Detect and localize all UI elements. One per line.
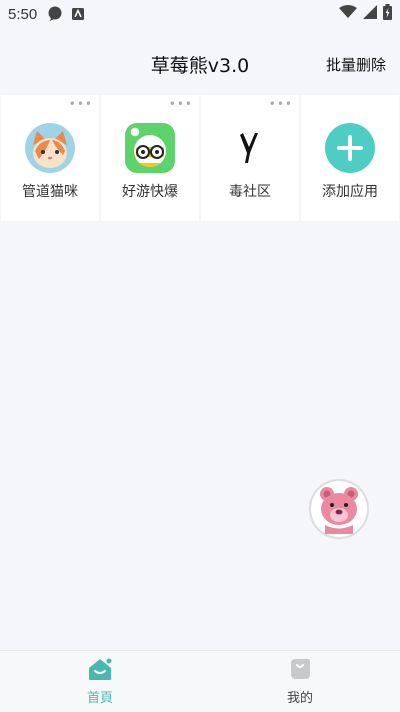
more-options-icon[interactable]: ••• [269,98,293,110]
app-grid: ••• 管道猫咪 ••• 好游快爆 ••• 毒社区 添加应用 [0,95,400,221]
lotso-bear-icon [312,480,366,538]
app-tile-du-community[interactable]: ••• 毒社区 [201,95,299,221]
home-icon [87,657,113,685]
signal-icon [363,5,377,23]
app-tile-haoyou[interactable]: ••• 好游快爆 [101,95,199,221]
battery-icon [383,4,392,24]
app-tile-pipe-cat[interactable]: ••• 管道猫咪 [1,95,99,221]
app-header: 草莓熊v3.0 批量删除 [0,40,400,88]
add-icon [325,123,375,173]
game-face-icon [125,123,175,173]
floating-bear-button[interactable] [309,479,369,539]
bottom-tab-bar: 首頁 我的 [0,650,400,712]
tab-mine-label: 我的 [286,691,313,706]
page-title: 草莓熊v3.0 [150,54,250,77]
app-label: 好游快爆 [122,184,178,200]
wifi-icon [339,5,357,23]
more-options-icon[interactable]: ••• [169,98,193,110]
app-label: 毒社区 [229,184,271,200]
status-time: 5:50 [8,5,38,23]
tab-home-label: 首頁 [86,691,113,706]
status-bar: 5:50 [0,0,400,28]
app-label: 管道猫咪 [22,184,78,200]
tab-mine[interactable]: 我的 [200,651,400,712]
cat-icon [25,123,75,173]
more-options-icon[interactable]: ••• [69,98,93,110]
chat-bubble-icon [47,6,63,22]
profile-icon [288,657,312,685]
status-right-icons [339,4,392,24]
app-label: 添加应用 [322,184,378,200]
tab-home[interactable]: 首頁 [0,651,200,712]
batch-delete-button[interactable]: 批量删除 [326,54,386,75]
y-logo-icon [225,123,275,173]
add-app-tile[interactable]: 添加应用 [301,95,399,221]
keyboard-icon [71,7,85,21]
